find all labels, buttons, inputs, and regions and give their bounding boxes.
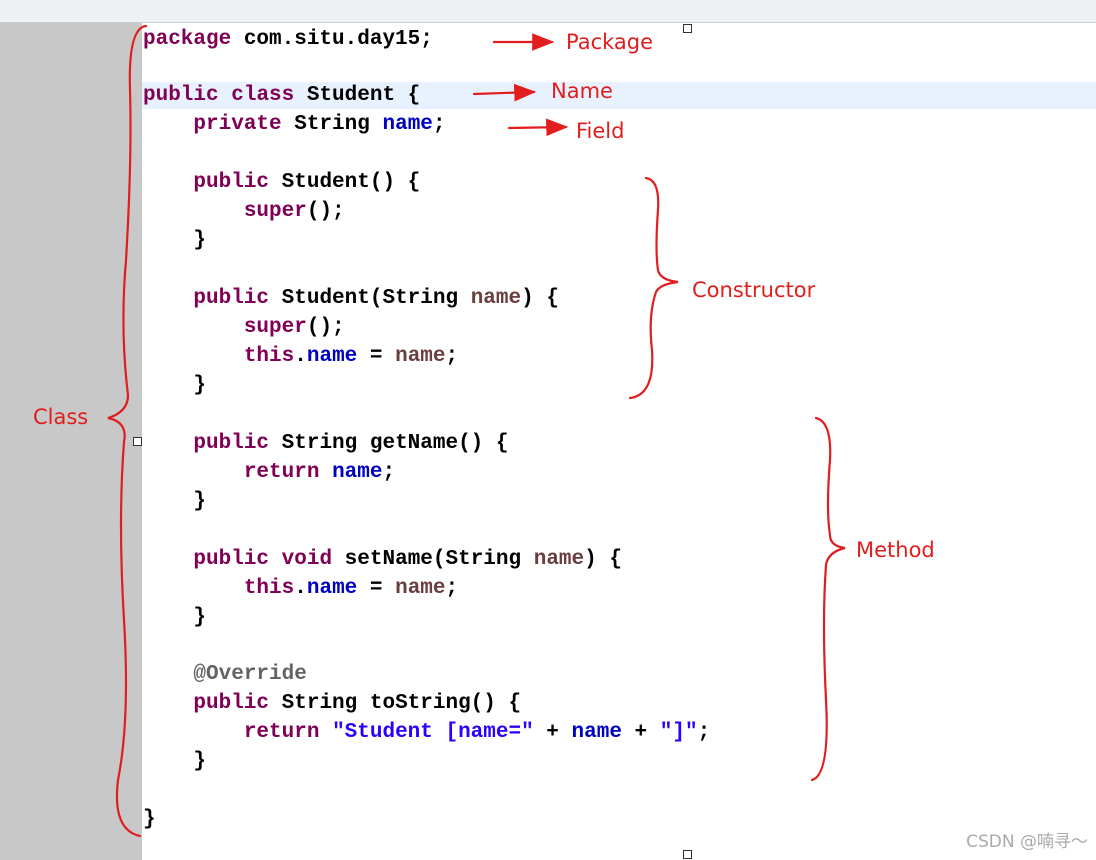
field-label: Field	[576, 119, 625, 143]
annotation-overlay	[107, 24, 846, 838]
name-arrow	[472, 83, 537, 102]
package-label: Package	[566, 30, 654, 54]
resize-handle-bottom[interactable]	[683, 850, 692, 859]
resize-handle-top[interactable]	[683, 24, 692, 33]
resize-handle-left[interactable]	[133, 437, 142, 446]
field-arrow	[507, 118, 569, 137]
watermark: CSDN @喃寻～	[966, 832, 1088, 852]
method-label: Method	[856, 538, 935, 562]
class-label: Class	[33, 405, 89, 429]
class-brace	[107, 24, 148, 838]
constructor-label: Constructor	[692, 278, 816, 302]
name-label: Name	[551, 79, 613, 103]
method-brace	[810, 416, 846, 782]
constructor-brace	[628, 176, 679, 400]
